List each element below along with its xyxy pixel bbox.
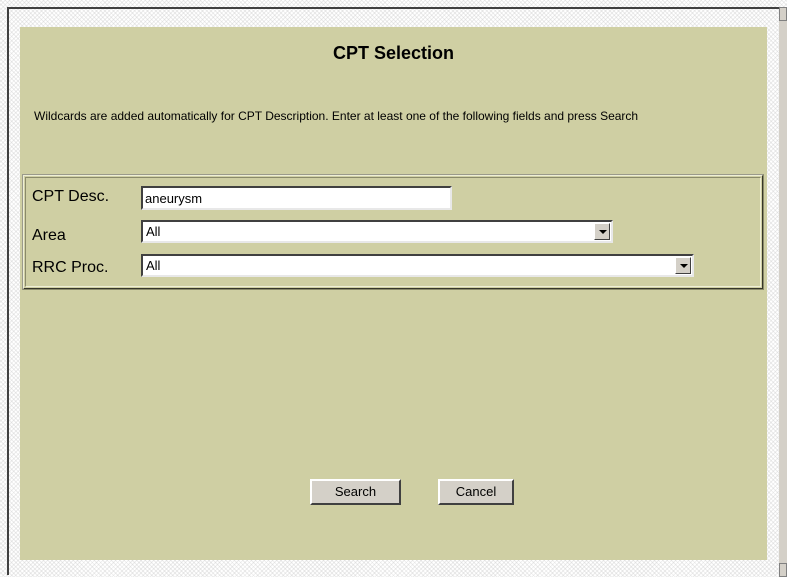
- area-label: Area: [32, 227, 66, 244]
- dialog-panel: CPT Selection Wildcards are added automa…: [20, 27, 767, 560]
- scroll-down-icon[interactable]: [779, 563, 787, 577]
- scroll-up-icon[interactable]: [779, 7, 787, 21]
- rrc-proc-select-value: All: [146, 258, 161, 273]
- dropdown-arrow-icon[interactable]: [594, 223, 610, 240]
- cpt-desc-input[interactable]: aneurysm: [141, 186, 452, 210]
- rrc-proc-label: RRC Proc.: [32, 259, 109, 276]
- cpt-desc-label: CPT Desc.: [32, 188, 110, 205]
- vertical-scrollbar[interactable]: [779, 7, 787, 577]
- dialog-title: CPT Selection: [332, 43, 455, 63]
- area-select[interactable]: All: [141, 220, 613, 243]
- area-select-value: All: [146, 224, 161, 239]
- cancel-button[interactable]: Cancel: [438, 479, 514, 505]
- search-button[interactable]: Search: [310, 479, 401, 505]
- dropdown-arrow-icon[interactable]: [675, 257, 691, 274]
- instructions-text: Wildcards are added automatically for CP…: [34, 109, 639, 123]
- rrc-proc-select[interactable]: All: [141, 254, 694, 277]
